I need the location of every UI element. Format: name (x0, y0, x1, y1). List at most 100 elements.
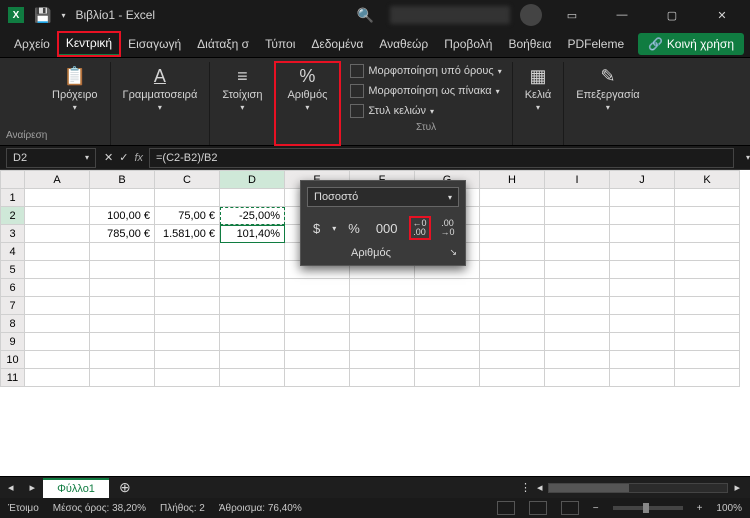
cond-fmt-icon (350, 64, 364, 78)
hscroll-right[interactable]: ▸ (734, 481, 740, 494)
cell-D3[interactable]: 101,40% (220, 225, 285, 243)
zoom-slider[interactable] (613, 506, 683, 510)
row-header[interactable]: 5 (1, 261, 25, 279)
zoom-in-button[interactable]: + (697, 503, 703, 514)
dialog-launcher-icon[interactable]: ↘ (449, 247, 457, 259)
decrease-decimal-button[interactable]: .00 →0 (438, 217, 458, 239)
increase-decimal-button[interactable]: ←0 .00 (410, 217, 430, 239)
editing-button[interactable]: ✎ Επεξεργασία ▾ (570, 62, 645, 116)
chevron-down-icon: ▾ (158, 103, 162, 112)
chevron-down-icon: ▾ (536, 103, 540, 112)
view-normal-button[interactable] (497, 501, 515, 515)
hscroll-left[interactable]: ◂ (537, 481, 543, 494)
col-header[interactable]: A (25, 171, 90, 189)
align-label: Στοίχιση (222, 89, 262, 101)
group-cells: ▦ Κελιά ▾ (513, 62, 565, 145)
autosave-chevron[interactable]: ▾ (61, 11, 65, 20)
tab-help[interactable]: Βοήθεια (500, 33, 559, 55)
number-format-flyout: Ποσοστό ▾ $ ▾ % 000 ←0 .00 .00 →0 Αριθμό… (300, 180, 466, 266)
cells-button[interactable]: ▦ Κελιά ▾ (519, 62, 558, 116)
comma-format-button[interactable]: 000 (372, 219, 402, 238)
name-box-value: D2 (13, 152, 27, 164)
row-header[interactable]: 6 (1, 279, 25, 297)
chevron-down-icon[interactable]: ▾ (332, 224, 336, 233)
styles-group-label: Στυλ (416, 120, 436, 137)
row-header[interactable]: 1 (1, 189, 25, 207)
row-header[interactable]: 2 (1, 207, 25, 225)
col-header[interactable]: H (480, 171, 545, 189)
select-all-corner[interactable] (1, 171, 25, 189)
tab-pdf[interactable]: PDFeleme (559, 33, 632, 55)
row-header[interactable]: 11 (1, 369, 25, 387)
font-button[interactable]: A Γραμματοσειρά ▾ (117, 62, 204, 116)
row-header[interactable]: 10 (1, 351, 25, 369)
number-format-button[interactable]: % Αριθμός ▾ (281, 62, 333, 116)
cell-B2[interactable]: 100,00 € (90, 207, 155, 225)
share-button[interactable]: 🔗 Κοινή χρήση (638, 33, 744, 55)
cell-C3[interactable]: 1.581,00 € (155, 225, 220, 243)
row-header[interactable]: 9 (1, 333, 25, 351)
tab-home[interactable]: Κεντρική (58, 32, 120, 56)
group-font: A Γραμματοσειρά ▾ (111, 62, 211, 145)
zoom-out-button[interactable]: − (593, 503, 599, 514)
percent-format-button[interactable]: % (344, 219, 364, 238)
col-header[interactable]: B (90, 171, 155, 189)
formula-input[interactable] (149, 148, 734, 168)
formula-expand-icon[interactable]: ▾ (746, 153, 750, 162)
ribbon-options-icon[interactable]: ▭ (552, 2, 592, 28)
search-icon[interactable]: 🔍 (357, 7, 374, 24)
ribbon: Αναίρεση 📋 Πρόχειρο ▾ A Γραμματοσειρά ▾ … (0, 58, 750, 146)
close-button[interactable]: ✕ (702, 2, 742, 28)
add-sheet-button[interactable]: ⊕ (109, 479, 141, 496)
align-button[interactable]: ≡ Στοίχιση ▾ (216, 62, 268, 116)
cell-B3[interactable]: 785,00 € (90, 225, 155, 243)
sheet-nav-next[interactable]: ▸ (22, 481, 44, 494)
tab-review[interactable]: Αναθεώρ (371, 33, 436, 55)
sheet-tab[interactable]: Φύλλο1 (43, 478, 109, 498)
tab-insert[interactable]: Εισαγωγή (120, 33, 189, 55)
horizontal-scrollbar[interactable] (548, 483, 728, 493)
save-icon[interactable]: 💾 (34, 7, 51, 24)
currency-format-button[interactable]: $ (309, 219, 324, 238)
row-header[interactable]: 4 (1, 243, 25, 261)
cells-icon: ▦ (529, 66, 546, 87)
font-icon: A (154, 66, 166, 87)
row-header[interactable]: 3 (1, 225, 25, 243)
cancel-formula-icon[interactable]: ✕ (104, 151, 113, 164)
number-format-combo[interactable]: Ποσοστό ▾ (307, 187, 459, 207)
row-header[interactable]: 7 (1, 297, 25, 315)
user-avatar[interactable] (520, 4, 542, 26)
cells-label: Κελιά (525, 89, 552, 101)
col-header[interactable]: K (675, 171, 740, 189)
zoom-thumb[interactable] (643, 503, 649, 513)
sheet-nav-prev[interactable]: ◂ (0, 481, 22, 494)
cell-C2[interactable]: 75,00 € (155, 207, 220, 225)
view-page-break-button[interactable] (561, 501, 579, 515)
name-box[interactable]: D2▾ (6, 148, 96, 168)
cell-D2[interactable]: -25,00% (220, 207, 285, 225)
zoom-level[interactable]: 100% (716, 503, 742, 514)
scrollbar-thumb[interactable] (549, 484, 629, 492)
maximize-button[interactable]: ▢ (652, 2, 692, 28)
col-header[interactable]: I (545, 171, 610, 189)
accept-formula-icon[interactable]: ✓ (119, 151, 128, 164)
percent-icon: % (299, 66, 315, 87)
col-header[interactable]: D (220, 171, 285, 189)
paste-button[interactable]: 📋 Πρόχειρο ▾ (46, 62, 104, 116)
editing-label: Επεξεργασία (576, 89, 639, 101)
sheet-options-icon[interactable]: ⋮ (520, 481, 531, 494)
tab-view[interactable]: Προβολή (436, 33, 500, 55)
cell-styles-button[interactable]: Στυλ κελιών▾ (346, 102, 505, 120)
tab-layout[interactable]: Διάταξη σ (189, 33, 257, 55)
tab-formulas[interactable]: Τύποι (257, 33, 303, 55)
col-header[interactable]: J (610, 171, 675, 189)
conditional-formatting-button[interactable]: Μορφοποίηση υπό όρους▾ (346, 62, 505, 80)
tab-data[interactable]: Δεδομένα (303, 33, 371, 55)
minimize-button[interactable]: — (602, 2, 642, 28)
format-as-table-button[interactable]: Μορφοποίηση ως πίνακα▾ (346, 82, 505, 100)
tab-file[interactable]: Αρχείο (6, 33, 58, 55)
row-header[interactable]: 8 (1, 315, 25, 333)
col-header[interactable]: C (155, 171, 220, 189)
view-page-layout-button[interactable] (529, 501, 547, 515)
fx-icon[interactable]: fx (134, 152, 143, 164)
